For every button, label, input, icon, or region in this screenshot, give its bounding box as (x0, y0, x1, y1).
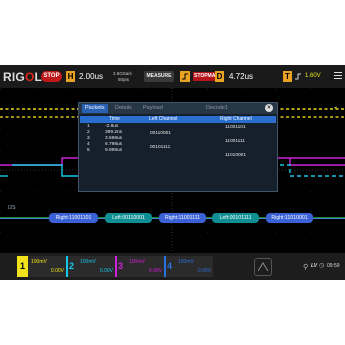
channel-number: 3 (117, 261, 123, 271)
channel-2-button[interactable]: 2 100mV 0.00V (66, 256, 115, 277)
decode-table-dialog[interactable]: Packets Details Payload Decode1 × Time L… (78, 102, 278, 192)
channel-offset: 0.00V (50, 268, 64, 274)
channel-4-button[interactable]: 4 100mV 0.00V (164, 256, 213, 277)
row-left: 00110001 (150, 131, 171, 136)
row-left: 00101111 (150, 145, 171, 150)
tab-details[interactable]: Details (115, 104, 132, 113)
bus-segment-left[interactable]: Left:00110001 (105, 213, 152, 223)
channel-scale: 100mV (178, 259, 194, 265)
channel-number: 2 (68, 261, 74, 271)
channel-scale: 100mV (129, 259, 145, 265)
row-right: 11010001 (225, 153, 246, 158)
channel-offset: 0.00V (148, 268, 162, 274)
memory-depth: 50pts (118, 77, 130, 82)
channel-scale: 100mV (31, 259, 47, 265)
navigation-icon[interactable] (254, 258, 272, 276)
table-header: Time Left Channel Right Channel (80, 116, 276, 123)
row-right: 11001111 (225, 139, 245, 144)
tab-payload[interactable]: Payload (143, 104, 163, 113)
trigger-level[interactable]: 1.60V (305, 73, 321, 79)
channel-number: 4 (166, 261, 172, 271)
trigger-label[interactable]: T (283, 71, 292, 82)
column-right-channel: Right Channel (220, 116, 252, 122)
row-time: 9.998us (105, 148, 123, 153)
bus-segment-right[interactable]: Right:11010001 (266, 213, 313, 223)
channel-1-button[interactable]: 1 100mV 0.00V (17, 256, 66, 277)
tab-packets[interactable]: Packets (82, 104, 108, 113)
delay-label[interactable]: D (215, 71, 224, 82)
channel-3-button[interactable]: 3 100mV 0.00V (115, 256, 164, 277)
run-stop-badge[interactable]: STOP (41, 71, 62, 82)
bus-segment-right[interactable]: Right:11001101 (49, 213, 98, 223)
channel-offset: 0.00V (99, 268, 113, 274)
row-right: 11001101 (225, 125, 246, 130)
column-left-channel: Left Channel (149, 116, 178, 122)
close-icon[interactable]: × (265, 104, 273, 112)
row-index: 5 (87, 148, 90, 153)
trigger-level-marker[interactable]: ◂ (334, 105, 337, 111)
clock-icon: ◷ (319, 262, 325, 269)
channel-bar: 1 100mV 0.00V 2 100mV 0.00V 3 100mV 0.00… (0, 253, 345, 280)
measure-button[interactable]: MEASURE (144, 71, 174, 82)
horizontal-label[interactable]: H (66, 71, 75, 82)
tab-decode1[interactable]: Decode1 (206, 104, 228, 113)
logo-accent: O (24, 70, 35, 84)
oscilloscope-screen: RIGOL STOP H 2.00us 2.5GSa/s 50pts MEASU… (0, 65, 345, 280)
system-time: 09:59 (327, 263, 340, 269)
trigger-slope-icon (295, 73, 301, 80)
dialog-tab-bar: Packets Details Payload Decode1 × (79, 103, 277, 114)
channel-offset: 0.00V (197, 268, 211, 274)
lv-indicator: LV (311, 263, 318, 269)
rigol-logo: RIGOL (3, 70, 43, 84)
sample-rate: 2.5GSa/s (113, 71, 132, 76)
channel-scale: 100mV (80, 259, 96, 265)
timebase-value[interactable]: 2.00us (79, 72, 103, 81)
bus-label: I2S (8, 205, 16, 211)
bus-segment-right[interactable]: Right:11001111 (159, 213, 206, 223)
delay-value[interactable]: 4.72us (229, 72, 253, 81)
usb-icon: ⚲ (303, 263, 309, 271)
top-status-bar: RIGOL STOP H 2.00us 2.5GSa/s 50pts MEASU… (0, 65, 345, 88)
bus-segment-left[interactable]: Left:00101111 (212, 213, 259, 223)
menu-icon[interactable] (334, 72, 342, 81)
column-time: Time (109, 116, 120, 122)
trigger-edge-icon (180, 71, 190, 82)
channel-number: 1 (17, 256, 28, 277)
